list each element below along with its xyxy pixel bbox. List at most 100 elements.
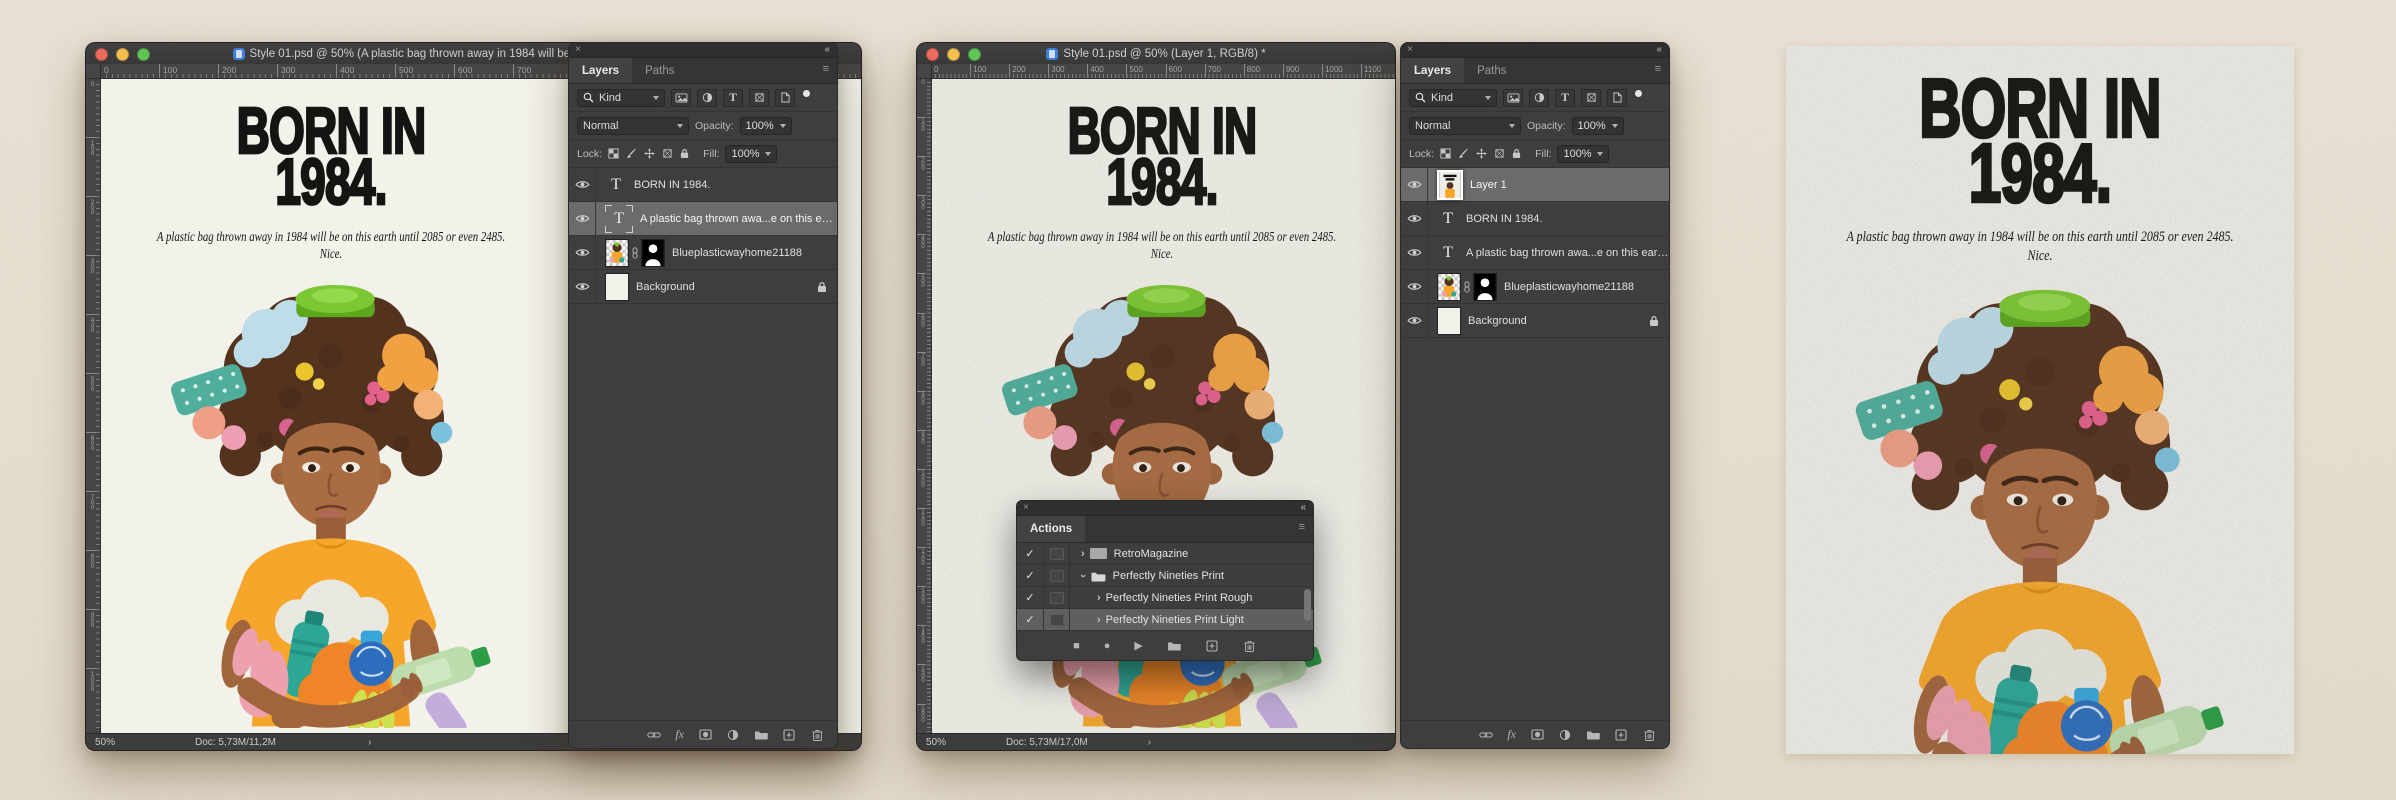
new-adjustment-layer-icon[interactable] (1558, 728, 1572, 741)
begin-recording-icon[interactable]: ● (1104, 640, 1111, 652)
blend-mode-dropdown[interactable]: Normal (577, 116, 689, 135)
include-checkbox[interactable]: ✓ (1017, 543, 1044, 564)
new-group-folder-icon[interactable] (1586, 728, 1600, 741)
disclosure-icon-open[interactable]: › (1077, 574, 1089, 578)
dialog-toggle[interactable] (1044, 609, 1070, 630)
visibility-toggle[interactable] (569, 270, 596, 303)
tab-layers[interactable]: Layers (569, 58, 633, 83)
lock-artboard-icon[interactable] (662, 148, 673, 159)
lock-pixels-brush-icon[interactable] (1458, 148, 1469, 159)
dialog-toggle[interactable] (1044, 543, 1070, 564)
stop-playing-icon[interactable]: ■ (1073, 640, 1080, 652)
tab-paths[interactable]: Paths (632, 58, 687, 83)
mask-link-icon[interactable] (1464, 281, 1470, 293)
layer-row-background[interactable]: Background (1401, 304, 1669, 338)
new-action-set-folder-icon[interactable] (1167, 639, 1181, 652)
filter-pixel-layers-icon[interactable] (671, 88, 691, 107)
new-layer-icon[interactable] (782, 728, 796, 741)
layer-lock-icon[interactable] (1649, 315, 1659, 327)
minimize-window-button[interactable] (947, 48, 960, 61)
zoom-level[interactable]: 50% (917, 737, 978, 748)
new-layer-icon[interactable] (1614, 728, 1628, 741)
panel-menu-icon[interactable]: ≡ (823, 63, 829, 75)
visibility-toggle[interactable] (1401, 202, 1428, 235)
filter-adjustment-layers-icon[interactable] (1529, 88, 1549, 107)
filter-type-layers-icon[interactable]: T (1555, 88, 1575, 107)
layer-row-image[interactable]: Blueplasticwayhome21188 (1401, 270, 1669, 304)
layer-thumbnail[interactable] (605, 238, 629, 267)
visibility-toggle[interactable] (1401, 236, 1428, 269)
tab-paths[interactable]: Paths (1464, 58, 1519, 83)
disclosure-icon[interactable]: › (1097, 592, 1101, 604)
filter-pixel-layers-icon[interactable] (1503, 88, 1523, 107)
panel-menu-icon[interactable]: ≡ (1299, 521, 1305, 533)
lock-pixels-brush-icon[interactable] (626, 148, 637, 159)
layer-style-fx-icon[interactable]: fx (675, 727, 684, 742)
close-panel-icon[interactable]: × (1407, 43, 1413, 57)
filter-toggle-icon[interactable] (1635, 90, 1642, 97)
lock-all-icon[interactable] (680, 148, 689, 159)
status-chevron-icon[interactable]: › (368, 737, 371, 748)
link-layers-icon[interactable] (1479, 728, 1493, 741)
action-set-row-expanded[interactable]: ✓ › Perfectly Nineties Print (1017, 565, 1313, 587)
filter-type-layers-icon[interactable]: T (723, 88, 743, 107)
layer-row-text[interactable]: T BORN IN 1984. (1401, 202, 1669, 236)
fill-value-dropdown[interactable]: 100% (725, 144, 778, 163)
filter-kind-dropdown[interactable]: Kind (577, 88, 665, 107)
filter-toggle-icon[interactable] (803, 90, 810, 97)
filter-smart-object-icon[interactable] (1607, 88, 1627, 107)
layer-row-image[interactable]: Blueplasticwayhome21188 (569, 236, 837, 270)
action-set-row[interactable]: ✓ › RetroMagazine (1017, 543, 1313, 565)
delete-layer-trash-icon[interactable] (1642, 728, 1656, 741)
filter-smart-object-icon[interactable] (775, 88, 795, 107)
layer-row-layer1-selected[interactable]: Layer 1 (1401, 168, 1669, 202)
new-group-folder-icon[interactable] (754, 728, 768, 741)
layer-row-text[interactable]: T A plastic bag thrown awa...e on this e… (1401, 236, 1669, 270)
blend-mode-dropdown[interactable]: Normal (1409, 116, 1521, 135)
close-window-button[interactable] (926, 48, 939, 61)
lock-artboard-icon[interactable] (1494, 148, 1505, 159)
minimize-window-button[interactable] (116, 48, 129, 61)
visibility-toggle[interactable] (569, 236, 596, 269)
layer-thumbnail[interactable] (1437, 272, 1461, 301)
add-layer-mask-icon[interactable] (698, 728, 712, 741)
include-checkbox[interactable]: ✓ (1017, 609, 1044, 630)
visibility-toggle[interactable] (569, 168, 596, 201)
visibility-toggle[interactable] (1401, 304, 1428, 337)
close-panel-icon[interactable]: × (575, 43, 581, 57)
include-checkbox[interactable]: ✓ (1017, 565, 1044, 586)
opacity-value-dropdown[interactable]: 100% (1571, 116, 1624, 135)
mask-link-icon[interactable] (632, 247, 638, 259)
link-layers-icon[interactable] (647, 728, 661, 741)
zoom-window-button[interactable] (137, 48, 150, 61)
disclosure-icon[interactable]: › (1097, 614, 1101, 626)
layer-mask-thumbnail[interactable] (641, 238, 665, 267)
layer-row-background[interactable]: Background (569, 270, 837, 304)
background-thumbnail[interactable] (605, 272, 629, 301)
close-panel-icon[interactable]: × (1023, 501, 1029, 515)
layer-row-text-selected[interactable]: T A plastic bag thrown awa...e on this e… (569, 202, 837, 236)
visibility-toggle[interactable] (1401, 270, 1428, 303)
lock-transparency-icon[interactable] (608, 148, 619, 159)
filter-kind-dropdown[interactable]: Kind (1409, 88, 1497, 107)
filter-shape-layers-icon[interactable] (749, 88, 769, 107)
play-action-icon[interactable]: ▶ (1134, 639, 1142, 652)
action-row[interactable]: ✓ › Perfectly Nineties Print Rough (1017, 587, 1313, 609)
new-action-icon[interactable] (1205, 639, 1219, 652)
new-adjustment-layer-icon[interactable] (726, 728, 740, 741)
delete-action-trash-icon[interactable] (1243, 639, 1257, 652)
collapse-panel-icon[interactable]: « (1656, 43, 1662, 57)
include-checkbox[interactable]: ✓ (1017, 587, 1044, 608)
lock-position-move-icon[interactable] (1476, 148, 1487, 159)
layer-mask-thumbnail[interactable] (1473, 272, 1497, 301)
collapse-panel-icon[interactable]: « (1300, 501, 1306, 515)
layer-lock-icon[interactable] (817, 281, 827, 293)
action-row-selected[interactable]: ✓ › Perfectly Nineties Print Light (1017, 609, 1313, 631)
zoom-window-button[interactable] (968, 48, 981, 61)
layer-row-text[interactable]: T BORN IN 1984. (569, 168, 837, 202)
status-chevron-icon[interactable]: › (1148, 737, 1151, 748)
fill-value-dropdown[interactable]: 100% (1557, 144, 1610, 163)
tab-layers[interactable]: Layers (1401, 58, 1465, 83)
vertical-ruler[interactable]: 0 100 200 300 400 500 600 700 800 900 1000 1100 1200… (917, 78, 932, 734)
filter-adjustment-layers-icon[interactable] (697, 88, 717, 107)
